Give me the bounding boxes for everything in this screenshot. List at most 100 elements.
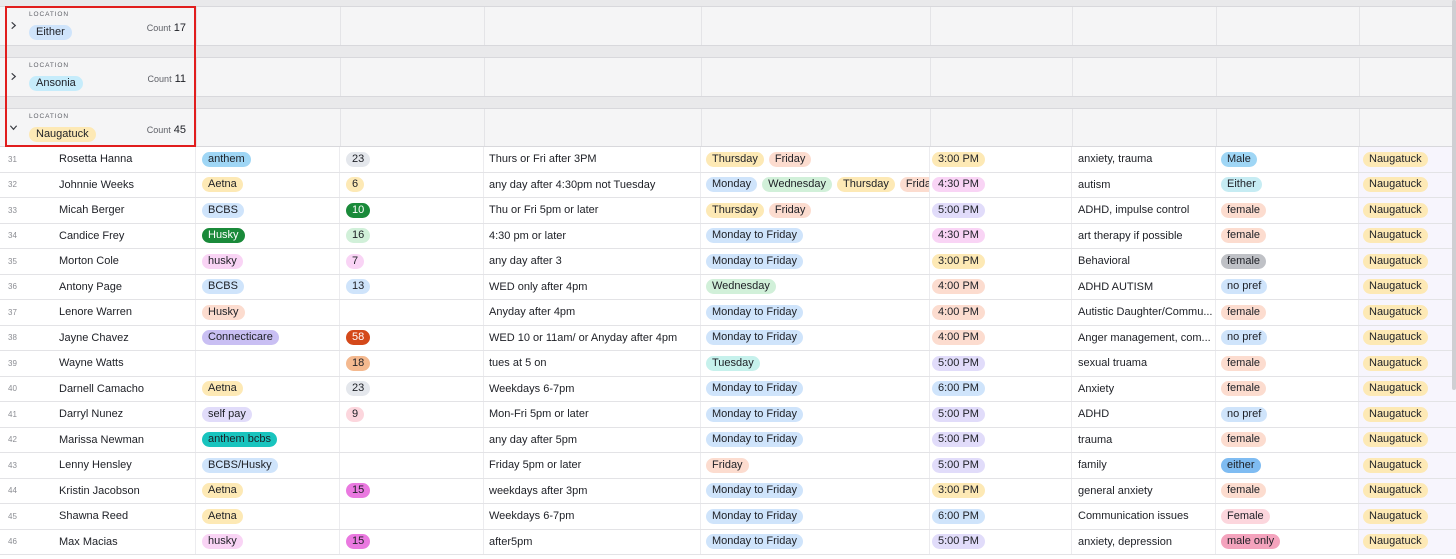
preference-cell[interactable]: female — [1216, 223, 1359, 248]
days-cell[interactable]: Monday to Friday — [701, 300, 930, 325]
availability-cell[interactable]: Weekdays 6-7pm — [484, 376, 701, 401]
preference-cell[interactable]: female — [1216, 198, 1359, 223]
time-cell[interactable]: 4:30 PM — [930, 172, 1072, 197]
availability-cell[interactable]: Thurs or Fri after 3PM — [484, 147, 701, 172]
availability-cell[interactable]: any day after 4:30pm not Tuesday — [484, 172, 701, 197]
days-cell[interactable]: Thursday Friday — [701, 147, 930, 172]
count-cell[interactable]: 10 — [340, 198, 484, 223]
table-row[interactable]: 43 Lenny Hensley BCBS/Husky Friday 5pm or l… — [0, 453, 1456, 479]
client-name-cell[interactable]: Darnell Camacho — [56, 376, 196, 401]
availability-cell[interactable]: WED 10 or 11am/ or Anyday after 4pm — [484, 325, 701, 350]
insurance-cell[interactable]: Husky — [196, 300, 340, 325]
location-cell[interactable]: Naugatuck — [1359, 198, 1456, 223]
insurance-cell[interactable]: husky — [196, 529, 340, 554]
location-cell[interactable]: Naugatuck — [1359, 274, 1456, 299]
availability-cell[interactable]: tues at 5 on — [484, 351, 701, 376]
availability-cell[interactable]: Anyday after 4pm — [484, 300, 701, 325]
preference-cell[interactable]: no pref — [1216, 325, 1359, 350]
location-cell[interactable]: Naugatuck — [1359, 427, 1456, 452]
availability-cell[interactable]: Weekdays 6-7pm — [484, 504, 701, 529]
days-cell[interactable]: Monday to Friday — [701, 376, 930, 401]
time-cell[interactable]: 5:00 PM — [930, 198, 1072, 223]
insurance-cell[interactable]: anthem — [196, 147, 340, 172]
days-cell[interactable]: Monday to Friday — [701, 427, 930, 452]
days-cell[interactable]: Monday to Friday — [701, 478, 930, 503]
location-cell[interactable]: Naugatuck — [1359, 376, 1456, 401]
issues-cell[interactable]: ADHD — [1072, 402, 1216, 427]
count-cell[interactable]: 23 — [340, 147, 484, 172]
insurance-cell[interactable]: BCBS — [196, 198, 340, 223]
issues-cell[interactable]: sexual truama — [1072, 351, 1216, 376]
preference-cell[interactable]: Female — [1216, 504, 1359, 529]
preference-cell[interactable]: female — [1216, 478, 1359, 503]
preference-cell[interactable]: female — [1216, 351, 1359, 376]
insurance-cell[interactable]: Husky — [196, 223, 340, 248]
time-cell[interactable]: 6:00 PM — [930, 376, 1072, 401]
count-cell[interactable]: 58 — [340, 325, 484, 350]
availability-cell[interactable]: any day after 5pm — [484, 427, 701, 452]
vertical-scrollbar[interactable] — [1452, 0, 1456, 390]
days-cell[interactable]: Monday to Friday — [701, 504, 930, 529]
count-cell[interactable]: 18 — [340, 351, 484, 376]
availability-cell[interactable]: Mon-Fri 5pm or later — [484, 402, 701, 427]
table-row[interactable]: 40 Darnell Camacho Aetna 23 Weekdays 6-7pm Mo… — [0, 376, 1456, 402]
location-cell[interactable]: Naugatuck — [1359, 351, 1456, 376]
location-cell[interactable]: Naugatuck — [1359, 325, 1456, 350]
location-cell[interactable]: Naugatuck — [1359, 249, 1456, 274]
group-header-naugatuck[interactable]: LOCATION Naugatuck Count 45 — [0, 109, 1456, 147]
days-cell[interactable]: Wednesday — [701, 274, 930, 299]
count-cell[interactable] — [340, 300, 484, 325]
time-cell[interactable]: 4:30 PM — [930, 223, 1072, 248]
insurance-cell[interactable]: Aetna — [196, 478, 340, 503]
days-cell[interactable]: Thursday Friday — [701, 198, 930, 223]
table-row[interactable]: 31 Rosetta Hanna anthem 23 Thurs or Fri afte… — [0, 147, 1456, 173]
table-row[interactable]: 35 Morton Cole husky 7 any day after 3 Monday… — [0, 249, 1456, 275]
count-cell[interactable]: 6 — [340, 172, 484, 197]
location-cell[interactable]: Naugatuck — [1359, 529, 1456, 554]
insurance-cell[interactable]: Aetna — [196, 376, 340, 401]
location-cell[interactable]: Naugatuck — [1359, 504, 1456, 529]
location-cell[interactable]: Naugatuck — [1359, 300, 1456, 325]
client-name-cell[interactable]: Marissa Newman — [56, 427, 196, 452]
insurance-cell[interactable]: Connecticare — [196, 325, 340, 350]
count-cell[interactable]: 16 — [340, 223, 484, 248]
days-cell[interactable]: Monday to Friday — [701, 325, 930, 350]
client-name-cell[interactable]: Rosetta Hanna — [56, 147, 196, 172]
client-name-cell[interactable]: Wayne Watts — [56, 351, 196, 376]
client-name-cell[interactable]: Jayne Chavez — [56, 325, 196, 350]
client-name-cell[interactable]: Darryl Nunez — [56, 402, 196, 427]
issues-cell[interactable]: Communication issues — [1072, 504, 1216, 529]
table-row[interactable]: 34 Candice Frey Husky 16 4:30 pm or later Mon… — [0, 223, 1456, 249]
preference-cell[interactable]: female — [1216, 249, 1359, 274]
client-name-cell[interactable]: Antony Page — [56, 274, 196, 299]
availability-cell[interactable]: WED only after 4pm — [484, 274, 701, 299]
issues-cell[interactable]: Anger management, com... — [1072, 325, 1216, 350]
client-name-cell[interactable]: Lenny Hensley — [56, 453, 196, 478]
time-cell[interactable]: 4:00 PM — [930, 325, 1072, 350]
time-cell[interactable]: 4:00 PM — [930, 300, 1072, 325]
days-cell[interactable]: Monday to Friday — [701, 402, 930, 427]
preference-cell[interactable]: Either — [1216, 172, 1359, 197]
time-cell[interactable]: 4:00 PM — [930, 274, 1072, 299]
days-cell[interactable]: Monday to Friday — [701, 529, 930, 554]
client-name-cell[interactable]: Shawna Reed — [56, 504, 196, 529]
client-name-cell[interactable]: Micah Berger — [56, 198, 196, 223]
insurance-cell[interactable]: Aetna — [196, 504, 340, 529]
time-cell[interactable]: 5:00 PM — [930, 351, 1072, 376]
table-row[interactable]: 44 Kristin Jacobson Aetna 15 weekdays after … — [0, 478, 1456, 504]
days-cell[interactable]: Monday to Friday — [701, 223, 930, 248]
table-row[interactable]: 37 Lenore Warren Husky Anyday after 4pm Mond… — [0, 300, 1456, 326]
preference-cell[interactable]: female — [1216, 427, 1359, 452]
preference-cell[interactable]: either — [1216, 453, 1359, 478]
issues-cell[interactable]: Autistic Daughter/Commu... — [1072, 300, 1216, 325]
availability-cell[interactable]: any day after 3 — [484, 249, 701, 274]
insurance-cell[interactable]: BCBS — [196, 274, 340, 299]
count-cell[interactable] — [340, 504, 484, 529]
client-name-cell[interactable]: Lenore Warren — [56, 300, 196, 325]
count-cell[interactable]: 9 — [340, 402, 484, 427]
days-cell[interactable]: Monday to Friday — [701, 249, 930, 274]
location-cell[interactable]: Naugatuck — [1359, 402, 1456, 427]
count-cell[interactable] — [340, 453, 484, 478]
location-cell[interactable]: Naugatuck — [1359, 478, 1456, 503]
preference-cell[interactable]: female — [1216, 376, 1359, 401]
